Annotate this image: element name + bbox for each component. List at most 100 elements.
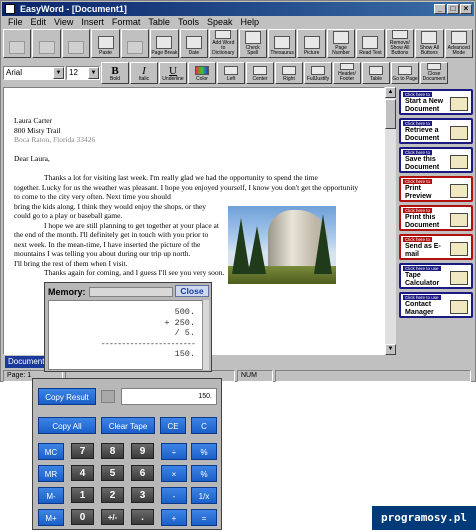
- scroll-down-icon[interactable]: ▼: [385, 344, 396, 355]
- toolbar-icon: [391, 30, 408, 39]
- title-bar[interactable]: EasyWord - [Document1] _ □ ×: [2, 2, 474, 16]
- menu-speak[interactable]: Speak: [207, 16, 233, 29]
- scroll-up-icon[interactable]: ▲: [385, 87, 396, 98]
- divide-button[interactable]: ÷: [161, 443, 187, 460]
- check-spell-button[interactable]: Check Spell: [238, 29, 267, 58]
- color-palette-icon: [195, 66, 209, 75]
- clear-entry-button[interactable]: CE: [160, 417, 186, 434]
- show-all-buttons-button[interactable]: Show All Buttons: [415, 29, 444, 58]
- key-0[interactable]: 0: [71, 509, 94, 525]
- tape-scrollbar[interactable]: [202, 300, 209, 370]
- menu-file[interactable]: File: [8, 16, 23, 29]
- add-word-button[interactable]: Add Word to Dictionary: [209, 29, 238, 58]
- key-9[interactable]: 9: [131, 443, 154, 459]
- sign-toggle-button[interactable]: +/-: [101, 509, 124, 525]
- new-document-button[interactable]: Click here to Start a New Document: [399, 89, 473, 115]
- vertical-scrollbar[interactable]: ▲ ▼: [385, 87, 396, 355]
- key-4[interactable]: 4: [71, 465, 94, 481]
- go-to-page-button[interactable]: Go to Page: [391, 62, 419, 84]
- close-button[interactable]: ×: [460, 4, 472, 14]
- menu-help[interactable]: Help: [240, 16, 259, 29]
- subtract-button[interactable]: -: [161, 487, 187, 504]
- menu-view[interactable]: View: [54, 16, 73, 29]
- percent-button[interactable]: %: [191, 443, 217, 460]
- minimize-button[interactable]: _: [434, 4, 446, 14]
- retrieve-document-button[interactable]: Click here to Retrieve a Document: [399, 118, 473, 144]
- date-button[interactable]: Date: [179, 29, 209, 58]
- bold-button[interactable]: B Bold: [101, 62, 129, 84]
- paste-button[interactable]: Paste: [91, 29, 120, 58]
- print-preview-button[interactable]: Click here to Print Preview: [399, 176, 473, 202]
- align-center-icon: [253, 66, 267, 75]
- save-document-button[interactable]: Click here to Save this Document: [399, 147, 473, 173]
- key-7[interactable]: 7: [71, 443, 94, 459]
- menu-edit[interactable]: Edit: [31, 16, 47, 29]
- mountain-photo[interactable]: [228, 206, 336, 284]
- table-button[interactable]: Table: [362, 62, 390, 84]
- picture-button[interactable]: Picture: [297, 29, 326, 58]
- menu-tools[interactable]: Tools: [178, 16, 199, 29]
- page-break-button[interactable]: Page Break: [150, 29, 179, 58]
- print-document-button[interactable]: Click here to Print this Document: [399, 205, 473, 231]
- tape-line: + 250.: [164, 317, 195, 328]
- close-document-button[interactable]: Close Document: [420, 62, 448, 84]
- align-left-button[interactable]: Left: [217, 62, 245, 84]
- maximize-button[interactable]: □: [447, 4, 459, 14]
- menu-format[interactable]: Format: [112, 16, 141, 29]
- justify-button[interactable]: FullJustify: [304, 62, 332, 84]
- tape-line: 150.: [174, 349, 195, 359]
- header-footer-button[interactable]: Header/ Footer: [333, 62, 361, 84]
- decimal-button[interactable]: .: [131, 509, 154, 525]
- page-number-button[interactable]: Page Number: [326, 29, 356, 58]
- memory-plus-button[interactable]: M+: [38, 509, 64, 526]
- percent-button-2[interactable]: %: [191, 465, 217, 482]
- add-button[interactable]: +: [161, 509, 187, 526]
- printer-icon: [68, 41, 85, 54]
- watermark-logo: programosy.pl: [372, 506, 476, 530]
- advanced-mode-button[interactable]: Advanced Mode: [444, 29, 473, 58]
- underline-button[interactable]: U Underline: [159, 62, 187, 84]
- color-button[interactable]: Color: [188, 62, 216, 84]
- send-email-button[interactable]: Click here to Send as E-mail: [399, 234, 473, 260]
- reciprocal-button[interactable]: 1/x: [191, 487, 217, 504]
- scroll-thumb[interactable]: [385, 99, 396, 129]
- equals-button[interactable]: =: [191, 509, 217, 526]
- tape-calculator-button[interactable]: Click here to use Tape Calculator: [399, 263, 473, 289]
- memory-recall-button[interactable]: MR: [38, 465, 64, 482]
- spellcheck-icon: [244, 31, 261, 44]
- align-center-button[interactable]: Center: [246, 62, 274, 84]
- key-6[interactable]: 6: [131, 465, 154, 481]
- chevron-down-icon: ▼: [53, 67, 64, 79]
- align-right-button[interactable]: Right: [275, 62, 303, 84]
- clear-tape-button[interactable]: Clear Tape: [101, 417, 155, 434]
- print-button[interactable]: [61, 29, 91, 58]
- clear-button[interactable]: C: [191, 417, 217, 434]
- calculator-tape[interactable]: 500. + 250. / 5. -----------------------…: [48, 300, 204, 370]
- memory-minus-button[interactable]: M-: [38, 487, 64, 504]
- key-5[interactable]: 5: [101, 465, 124, 481]
- cut-button[interactable]: [3, 29, 32, 58]
- thesaurus-button[interactable]: Thesaurus: [267, 29, 297, 58]
- menu-insert[interactable]: Insert: [81, 16, 104, 29]
- tape-separator: -----------------------: [100, 338, 195, 349]
- font-select[interactable]: Arial ▼: [3, 66, 65, 80]
- contact-manager-button[interactable]: Click here to use Contact Manager: [399, 292, 473, 318]
- key-1[interactable]: 1: [71, 487, 94, 503]
- undo-button[interactable]: [120, 29, 150, 58]
- copy-result-button[interactable]: Copy Result: [38, 388, 96, 405]
- key-8[interactable]: 8: [101, 443, 124, 459]
- menu-table[interactable]: Table: [148, 16, 170, 29]
- remove-show-buttons-button[interactable]: Remove/ Show All Buttons: [385, 29, 415, 58]
- multiply-button[interactable]: ×: [161, 465, 187, 482]
- memory-close-button[interactable]: Close: [175, 285, 209, 297]
- key-2[interactable]: 2: [101, 487, 124, 503]
- read-text-button[interactable]: Read Text: [356, 29, 385, 58]
- memory-clear-button[interactable]: MC: [38, 443, 64, 460]
- italic-button[interactable]: I Italic: [130, 62, 158, 84]
- advanced-mode-icon: [450, 31, 467, 44]
- font-size-select[interactable]: 12 ▼: [66, 66, 100, 80]
- key-3[interactable]: 3: [131, 487, 154, 503]
- copy-all-button[interactable]: Copy All: [38, 417, 96, 434]
- chevron-down-icon: ▼: [88, 67, 99, 79]
- copy-button[interactable]: [32, 29, 61, 58]
